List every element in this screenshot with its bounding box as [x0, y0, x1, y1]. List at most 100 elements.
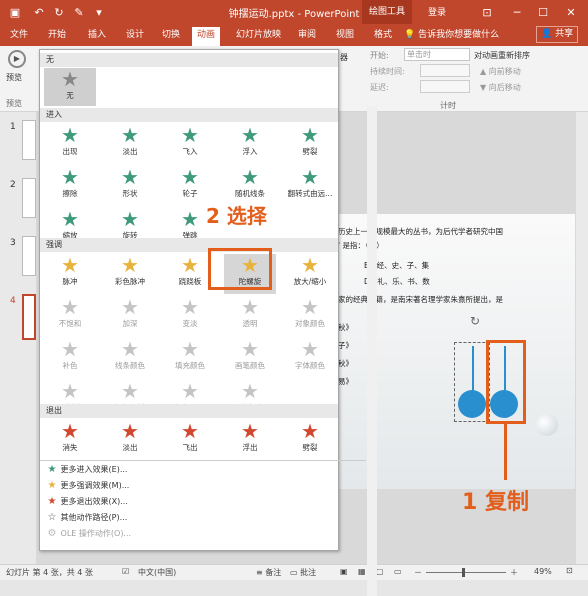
- tab-slideshow[interactable]: 幻灯片放映: [236, 28, 281, 46]
- move-earlier-button[interactable]: ▲ 向前移动: [480, 66, 521, 77]
- emphasis-effect-label: 补色: [62, 361, 78, 370]
- entrance-effect[interactable]: ★ 出现: [44, 124, 96, 164]
- emphasis-effect[interactable]: ★ 彩色脉冲: [104, 254, 156, 294]
- emphasis-effect-label: 透明: [242, 319, 258, 328]
- entrance-star-icon: ★: [241, 165, 259, 189]
- slide-thumbnail-2[interactable]: [22, 178, 36, 218]
- tab-format[interactable]: 格式: [374, 28, 392, 46]
- section-entrance: 进入: [40, 108, 338, 122]
- entrance-effect-label: 劈裂: [302, 147, 318, 156]
- slide-fragment-3: 秋》: [338, 359, 353, 368]
- slide-number-1[interactable]: 1: [10, 122, 16, 132]
- login-link[interactable]: 登录: [428, 5, 446, 18]
- exit-effect[interactable]: ★ 浮出: [224, 420, 276, 460]
- entrance-effect[interactable]: ★ 劈裂: [284, 124, 336, 164]
- emphasis-effect[interactable]: ★ 加深: [104, 296, 156, 336]
- other-motion-paths[interactable]: ☆ 其他动作路径(P)...: [46, 510, 128, 526]
- maximize-icon[interactable]: ☐: [536, 5, 550, 19]
- zoom-level[interactable]: 49%: [534, 567, 552, 576]
- tab-home[interactable]: 开始: [48, 28, 66, 46]
- entrance-star-icon: ★: [121, 165, 139, 189]
- share-button[interactable]: 👤 共享: [536, 26, 579, 43]
- move-later-button[interactable]: ▼ 向后移动: [480, 82, 521, 93]
- reading-view-icon[interactable]: ▢: [376, 567, 384, 576]
- zoom-slider[interactable]: [426, 572, 506, 573]
- minimize-icon[interactable]: ─: [510, 5, 524, 19]
- comments-button[interactable]: ▭ 批注: [290, 567, 316, 578]
- effect-none[interactable]: ★ 无: [44, 68, 96, 106]
- copy-callout-box: [486, 340, 526, 424]
- more-emphasis-effects[interactable]: ★ 更多强调效果(M)...: [46, 478, 130, 494]
- preview-button-label[interactable]: 预览: [6, 72, 22, 83]
- slide-sorter-icon[interactable]: ▦: [358, 567, 366, 576]
- slide-vertical-scrollbar[interactable]: [576, 112, 588, 564]
- tab-view[interactable]: 视图: [336, 28, 354, 46]
- start-select[interactable]: 单击时: [404, 48, 470, 61]
- exit-effect[interactable]: ★ 淡出: [104, 420, 156, 460]
- fit-to-window-icon[interactable]: ⊡: [566, 566, 573, 575]
- slide-number-3[interactable]: 3: [10, 238, 16, 248]
- entrance-star-icon: ★: [241, 123, 259, 147]
- emphasis-effect[interactable]: ★ 填充颜色: [164, 338, 216, 378]
- emphasis-effect[interactable]: ★ 画笔颜色: [224, 338, 276, 378]
- exit-effect[interactable]: ★ 飞出: [164, 420, 216, 460]
- tell-me-box[interactable]: 💡 告诉我你想要做什么: [404, 28, 499, 46]
- entrance-effect[interactable]: ★ 淡出: [104, 124, 156, 164]
- tab-animations[interactable]: 动画: [192, 27, 221, 46]
- tab-file[interactable]: 文件: [10, 28, 28, 46]
- tab-design[interactable]: 设计: [126, 28, 144, 46]
- zoom-slider-thumb[interactable]: [462, 568, 465, 577]
- slide-thumbnail-4[interactable]: [22, 294, 36, 340]
- window-title: 钟摆运动.pptx - PowerPoint: [228, 9, 360, 20]
- entrance-effect[interactable]: ★ 浮入: [224, 124, 276, 164]
- emphasis-effect[interactable]: ★ 放大/缩小: [284, 254, 336, 294]
- entrance-effect[interactable]: ★ 翻转式由远...: [284, 166, 336, 206]
- emphasis-star-icon: ★: [241, 337, 259, 361]
- trigger-fragment[interactable]: 器: [340, 52, 348, 63]
- entrance-star-icon: ★: [301, 165, 319, 189]
- more-entrance-effects[interactable]: ★ 更多进入效果(E)...: [46, 462, 128, 478]
- tab-review[interactable]: 审阅: [298, 28, 316, 46]
- ole-icon: ⚙: [47, 528, 57, 539]
- language-status[interactable]: 中文(中国): [138, 567, 176, 578]
- emphasis-effect[interactable]: ★ 线条颜色: [104, 338, 156, 378]
- tab-transitions[interactable]: 切换: [162, 28, 180, 46]
- emphasis-effect[interactable]: ★ 对象颜色: [284, 296, 336, 336]
- ribbon-options-icon[interactable]: ⊡: [480, 5, 494, 19]
- emphasis-star-icon: ★: [181, 379, 199, 403]
- slide-thumbnail-1[interactable]: [22, 120, 36, 160]
- slide-number-4[interactable]: 4: [10, 296, 16, 306]
- more-exit-effects[interactable]: ★ 更多退出效果(X)...: [46, 494, 128, 510]
- emphasis-effect[interactable]: ★ 不饱和: [44, 296, 96, 336]
- notes-button[interactable]: ≡ 备注: [256, 567, 281, 578]
- slide-fragment-4: 易》: [338, 377, 353, 386]
- entrance-effect[interactable]: ★ 形状: [104, 166, 156, 206]
- gallery-scrollbar[interactable]: [367, 106, 377, 596]
- entrance-effect[interactable]: ★ 飞入: [164, 124, 216, 164]
- emphasis-effect[interactable]: ★ 透明: [224, 296, 276, 336]
- close-icon[interactable]: ✕: [564, 5, 578, 19]
- slide-number-2[interactable]: 2: [10, 180, 16, 190]
- zoom-out-icon[interactable]: －: [414, 567, 422, 578]
- pendulum-ball-1[interactable]: [458, 390, 486, 418]
- rotate-handle-icon[interactable]: ↻: [470, 314, 480, 328]
- duration-input[interactable]: [420, 64, 470, 77]
- exit-effect[interactable]: ★ 消失: [44, 420, 96, 460]
- normal-view-icon[interactable]: ▣: [340, 567, 348, 576]
- slideshow-icon[interactable]: ▭: [394, 567, 402, 576]
- delay-input[interactable]: [420, 80, 470, 93]
- exit-effect[interactable]: ★ 劈裂: [284, 420, 336, 460]
- entrance-effect-label: 轮子: [182, 189, 198, 198]
- emphasis-effect[interactable]: ★ 字体颜色: [284, 338, 336, 378]
- emphasis-effect[interactable]: ★ 变淡: [164, 296, 216, 336]
- slide-thumbnail-3[interactable]: [22, 236, 36, 276]
- preview-icon[interactable]: ▶: [8, 50, 26, 68]
- zoom-in-icon[interactable]: ＋: [510, 567, 518, 578]
- entrance-effect[interactable]: ★ 擦除: [44, 166, 96, 206]
- spellcheck-icon[interactable]: ☑: [122, 567, 129, 576]
- motion-path-star-icon: ☆: [47, 512, 57, 523]
- emphasis-effect[interactable]: ★ 脉冲: [44, 254, 96, 294]
- tab-insert[interactable]: 插入: [88, 28, 106, 46]
- emphasis-effect-label: 画笔颜色: [235, 361, 265, 370]
- emphasis-effect[interactable]: ★ 补色: [44, 338, 96, 378]
